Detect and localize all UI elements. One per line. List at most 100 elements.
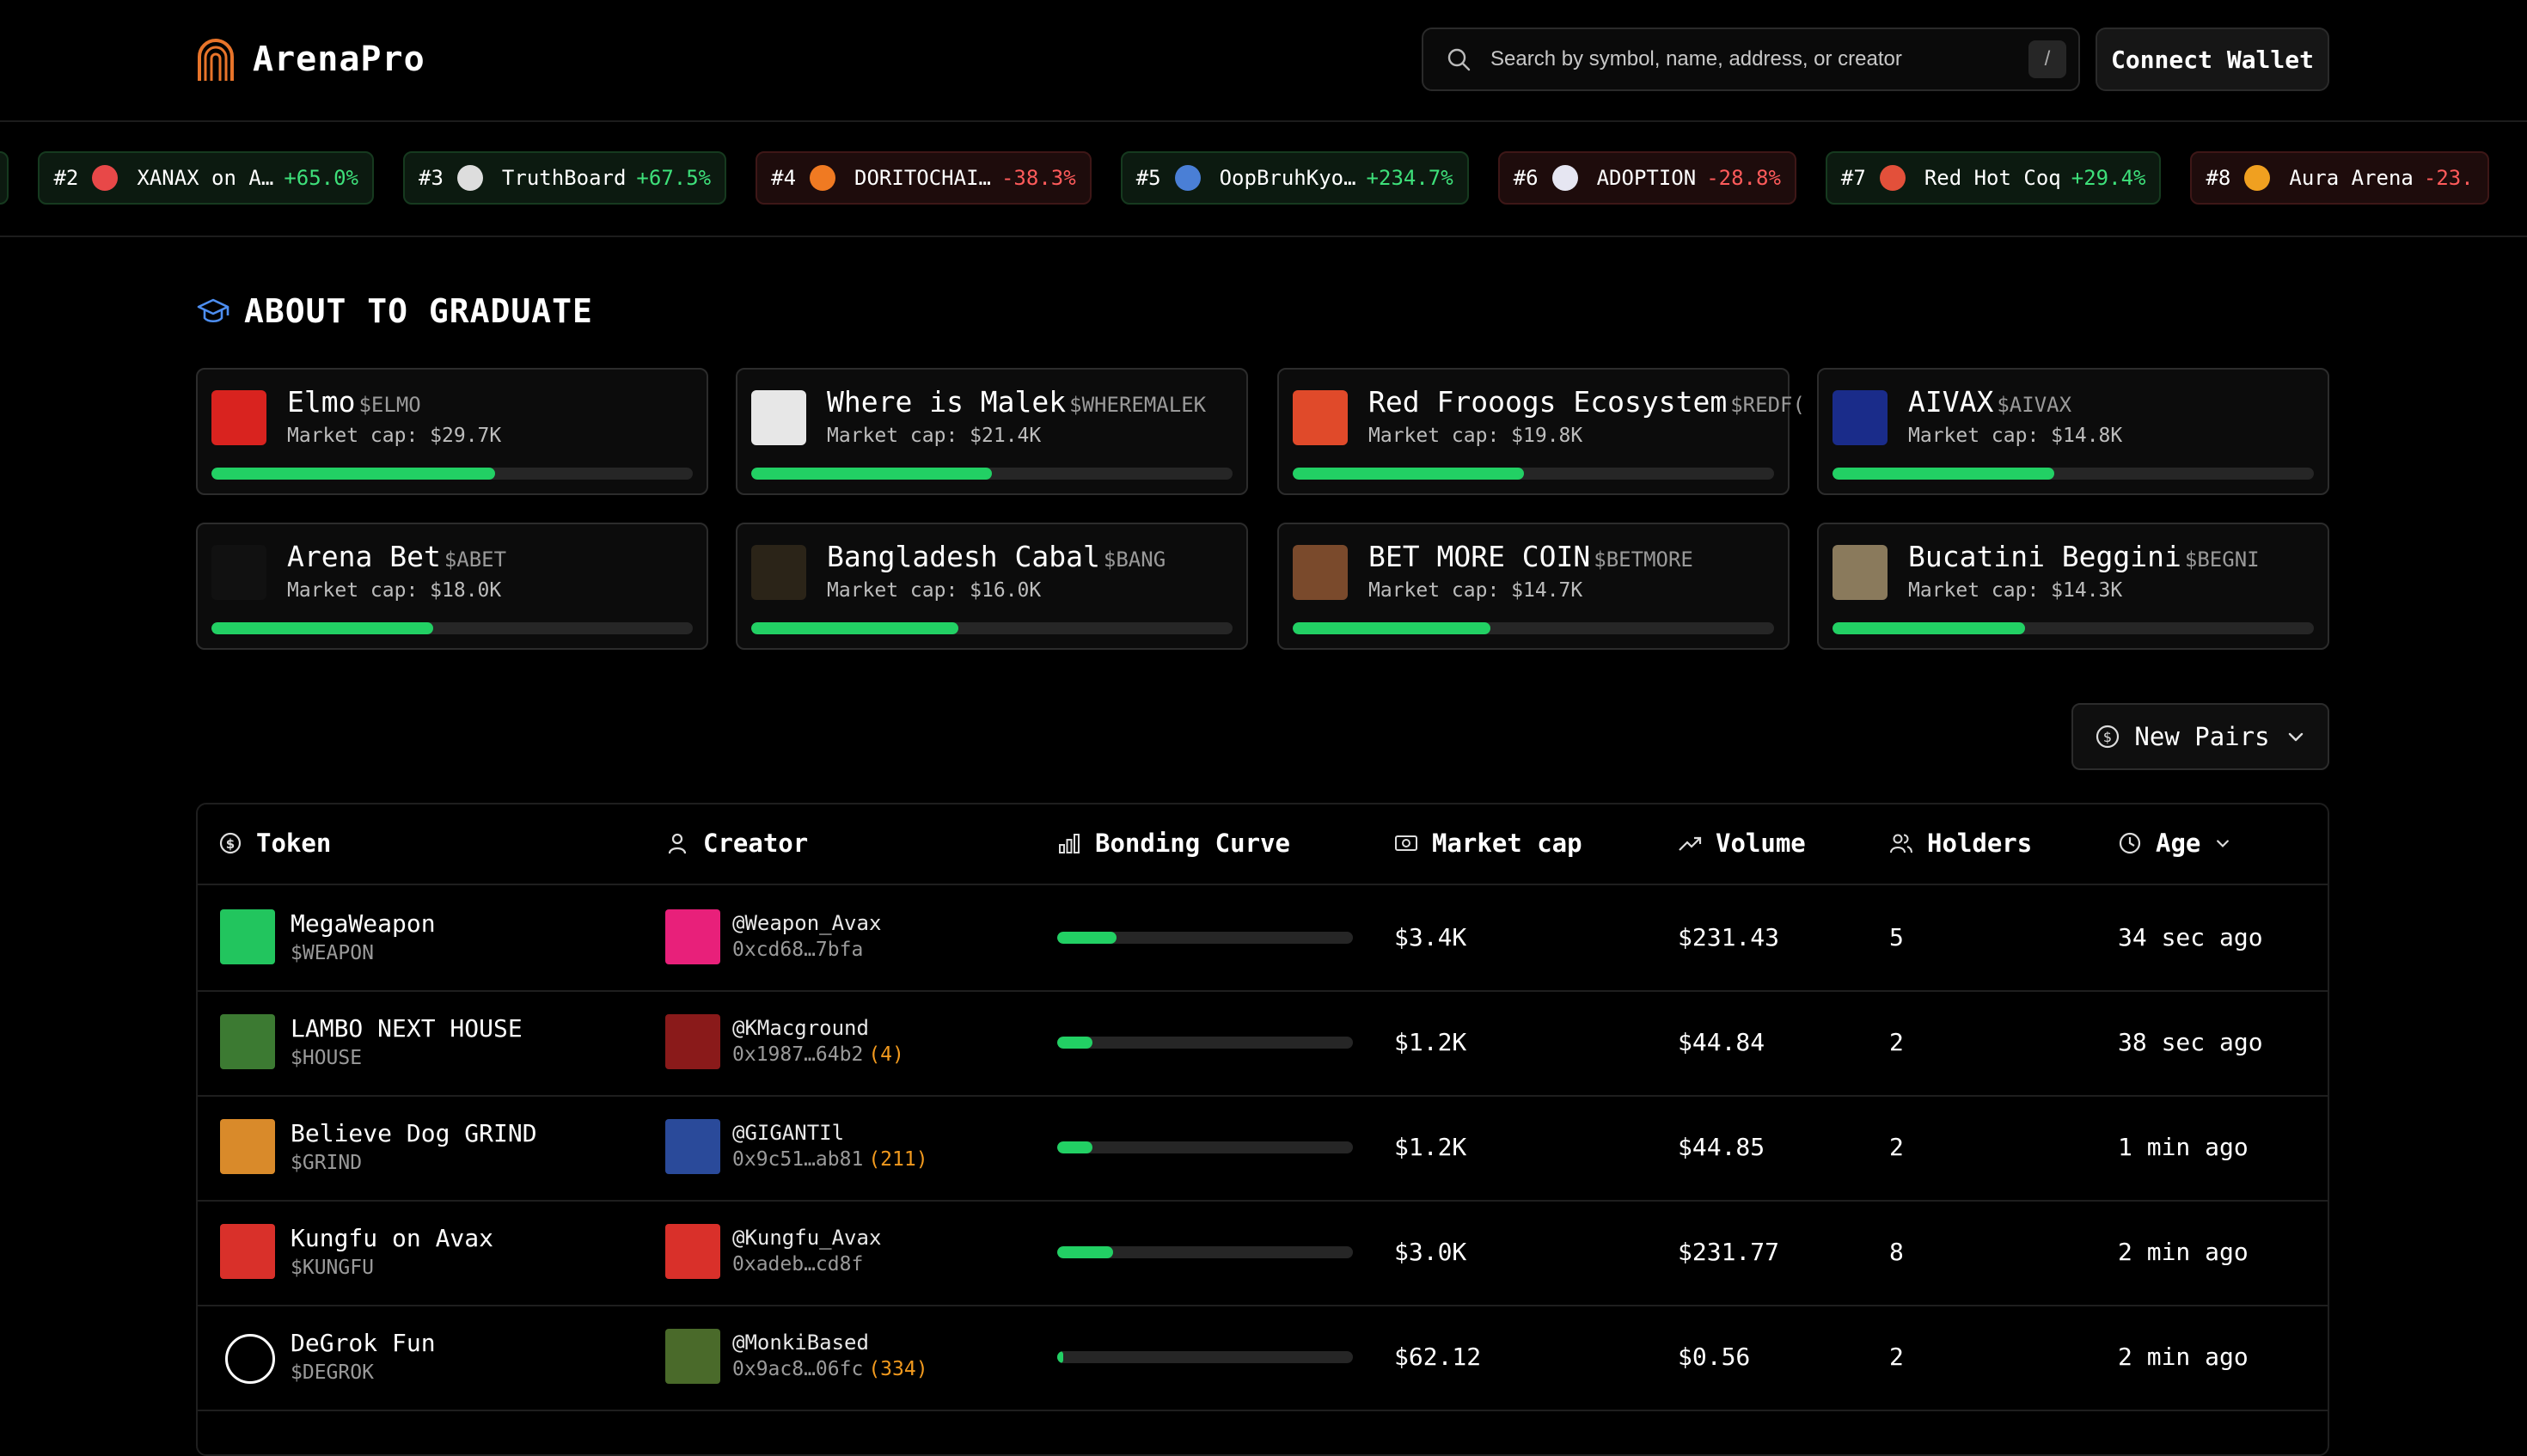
column-creator[interactable]: Creator (665, 829, 808, 858)
token-image (1833, 390, 1888, 445)
graduate-card[interactable]: AIVAX $AIVAX Market cap: $14.8K (1817, 368, 2329, 495)
column-age[interactable]: Age (2118, 829, 2231, 858)
graduation-progress-bar (211, 622, 693, 634)
clock-icon (2119, 832, 2141, 854)
age: 34 sec ago (2118, 923, 2263, 951)
graduation-progress-bar (1293, 622, 1774, 634)
table-row[interactable]: LAMBO NEXT HOUSE $HOUSE @KMacground 0x1987…… (198, 990, 2328, 1097)
creator-handle[interactable]: @Weapon_Avax (732, 911, 881, 935)
token-name-line: Bucatini Beggini $BEGNI (1908, 540, 2260, 573)
creator-address-value: 0x9ac8…06fc (732, 1358, 864, 1380)
graduate-card[interactable]: Arena Bet $ABET Market cap: $18.0K (196, 523, 708, 650)
ticker-item[interactable]: #3 TruthBoard +67.5% (403, 151, 727, 205)
graduation-progress-bar (1833, 622, 2314, 634)
token-image (1293, 390, 1348, 445)
search-input[interactable] (1489, 46, 2028, 72)
column-bonding-label: Bonding Curve (1095, 829, 1290, 858)
graduate-title: ABOUT TO GRADUATE (244, 292, 593, 330)
token-name: Bucatini Beggini (1908, 540, 2181, 573)
column-holders[interactable]: Holders (1889, 829, 2032, 858)
ticker-change: +29.4% (2071, 166, 2146, 190)
token-image (220, 1119, 275, 1174)
bonding-curve-bar (1057, 1246, 1353, 1258)
ticker-name: Red Hot Coq (1924, 166, 2061, 190)
token-image (220, 909, 275, 964)
progress-fill (211, 622, 433, 634)
ticker-item[interactable]: #6 ADOPTION -28.8% (1497, 151, 1796, 205)
table-row[interactable]: Believe Dog GRIND $GRIND @GIGANTIl 0x9c51…a… (198, 1095, 2328, 1202)
column-token[interactable]: $ Token (218, 829, 331, 858)
search-box[interactable]: / (1422, 28, 2080, 91)
creator-handle[interactable]: @KMacground (732, 1016, 869, 1040)
creator-address: 0x9ac8…06fc (334) (732, 1358, 928, 1380)
ticker-name: XANAX on A… (137, 166, 274, 190)
token-avatar-icon (1174, 165, 1201, 191)
token-name: Red Frooogs Ecosystem (1368, 385, 1728, 419)
token-name-line: Arena Bet $ABET (287, 540, 506, 573)
table-row[interactable]: MegaWeapon $WEAPON @Weapon_Avax 0xcd68…7bfa… (198, 885, 2328, 992)
column-creator-label: Creator (703, 829, 809, 858)
creator-address-value: 0x9c51…ab81 (732, 1148, 864, 1171)
ticker-item[interactable]: % (0, 151, 9, 205)
brand-logo[interactable]: ArenaPro (196, 36, 425, 83)
ticker-name: TruthBoard (501, 166, 627, 190)
connect-wallet-button[interactable]: Connect Wallet (2096, 28, 2329, 91)
graduate-card[interactable]: Bucatini Beggini $BEGNI Market cap: $14.3K (1817, 523, 2329, 650)
graduate-card[interactable]: Red Frooogs Ecosystem $REDF(Market cap: $… (1277, 368, 1805, 495)
ticker-change: +234.7% (1366, 166, 1453, 190)
ticker-name: Aura Arena (2289, 166, 2414, 190)
creator-token-count: (211) (868, 1148, 928, 1171)
ticker-item[interactable]: #4 DORITOCHAI… -38.3% (756, 151, 1092, 205)
volume: $231.43 (1678, 923, 1780, 951)
column-market-cap[interactable]: Market cap (1394, 829, 1582, 858)
chevron-down-icon (2288, 732, 2303, 742)
token-name-line: Where is Malek $WHEREMALEK (827, 385, 1206, 419)
market-cap: Market cap: $14.7K (1368, 579, 1583, 602)
volume: $231.77 (1678, 1238, 1780, 1266)
column-bonding-curve[interactable]: Bonding Curve (1057, 829, 1290, 858)
token-image (211, 545, 266, 600)
ticker-name: DORITOCHAI… (854, 166, 991, 190)
graduation-progress-bar (1293, 468, 1774, 480)
table-row[interactable]: DeGrok Fun $DEGROK @MonkiBased 0x9ac8…06fc(… (198, 1305, 2328, 1411)
ticker-item[interactable]: #2 XANAX on A… +65.0% (38, 151, 375, 205)
bonding-curve-bar (1057, 1141, 1353, 1153)
bonding-curve-bar (1057, 932, 1353, 944)
ticker-name: OopBruhKyo… (1219, 166, 1356, 190)
ticker-item[interactable]: #8 Aura Arena -23. (2190, 151, 2489, 205)
creator-handle[interactable]: @MonkiBased (732, 1331, 869, 1355)
table-row[interactable]: Kungfu on Avax $KUNGFU @Kungfu_Avax 0xadeb…… (198, 1200, 2328, 1306)
market-cap: $3.4K (1394, 923, 1467, 951)
market-cap: Market cap: $14.8K (1908, 425, 2123, 447)
graduate-card[interactable]: Elmo $ELMO Market cap: $29.7K (196, 368, 708, 495)
graduate-card[interactable]: BET MORE COIN $BETMORE Market cap: $14.7K (1277, 523, 1790, 650)
bonding-curve-bar (1057, 1351, 1353, 1363)
creator-handle[interactable]: @GIGANTIl (732, 1121, 844, 1145)
age: 2 min ago (2118, 1238, 2249, 1266)
progress-fill (1833, 622, 2025, 634)
ticker-item[interactable]: #7 Red Hot Coq +29.4% (1825, 151, 2162, 205)
column-volume[interactable]: Volume (1678, 829, 1806, 858)
search-icon (1447, 48, 1471, 71)
token-symbol: $AIVAX (1997, 393, 2072, 417)
arena-logo-icon (198, 39, 234, 81)
banknote-icon (1395, 835, 1417, 851)
token-name-line: Red Frooogs Ecosystem $REDF( (1368, 385, 1805, 419)
market-cap: Market cap: $29.7K (287, 425, 502, 447)
column-token-label: Token (256, 829, 332, 858)
token-image (751, 545, 806, 600)
bonding-curve-fill (1057, 1141, 1093, 1153)
graduation-progress-bar (751, 622, 1233, 634)
ticker-item[interactable]: #5 OopBruhKyo… +234.7% (1120, 151, 1469, 205)
token-image (211, 390, 266, 445)
market-cap: Market cap: $14.3K (1908, 579, 2123, 602)
progress-fill (1293, 468, 1524, 480)
new-pairs-dropdown[interactable]: $ New Pairs (2071, 703, 2329, 770)
chevron-down-icon (2217, 840, 2230, 847)
graduation-progress-bar (211, 468, 693, 480)
token-symbol: $BETMORE (1594, 548, 1693, 572)
creator-handle[interactable]: @Kungfu_Avax (732, 1226, 881, 1250)
graduate-card[interactable]: Where is Malek $WHEREMALEK Market cap: $21… (736, 368, 1248, 495)
market-cap: $1.2K (1394, 1028, 1467, 1056)
graduate-card[interactable]: Bangladesh Cabal $BANG Market cap: $16.0K (736, 523, 1248, 650)
